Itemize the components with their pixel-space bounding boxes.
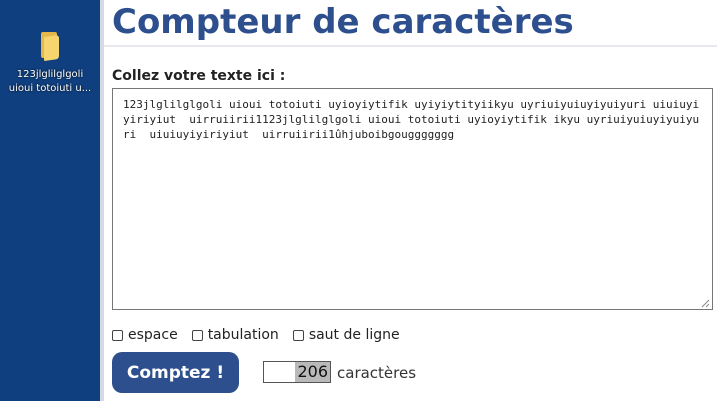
option-saut-de-ligne[interactable]: saut de ligne (292, 327, 400, 343)
option-tabulation-label: tabulation (207, 327, 279, 343)
result-unit-label: caractères (337, 364, 417, 382)
text-input-area[interactable]: 123jlglilglgoli uioui totoiuti uyioyiyti… (112, 88, 713, 310)
resize-grip-icon[interactable] (700, 298, 710, 308)
title-divider (104, 45, 717, 47)
desktop-file-shortcut[interactable]: 123jlglilglgoli uioui totoiuti u... (4, 32, 96, 96)
option-espace[interactable]: espace (112, 327, 178, 343)
result-field[interactable]: 206 (263, 361, 331, 383)
option-tabulation[interactable]: tabulation (191, 327, 279, 343)
checkbox-saut-de-ligne[interactable] (292, 329, 304, 341)
count-button[interactable]: Comptez ! (112, 352, 239, 393)
desktop-background: 123jlglilglgoli uioui totoiuti u... (0, 0, 100, 401)
option-espace-label: espace (128, 327, 178, 343)
count-options: espace tabulation saut de ligne (112, 327, 414, 343)
page-title: Compteur de caractères (112, 2, 574, 42)
text-input-label: Collez votre texte ici : (112, 68, 286, 84)
checkbox-tabulation[interactable] (191, 329, 203, 341)
option-saut-de-ligne-label: saut de ligne (308, 327, 400, 343)
folder-icon (39, 32, 61, 62)
result-value: 206 (295, 362, 330, 382)
checkbox-espace[interactable] (112, 329, 123, 341)
desktop-file-label: 123jlglilglgoli uioui totoiuti u... (8, 69, 92, 94)
page-content: Compteur de caractères Collez votre text… (104, 0, 717, 401)
